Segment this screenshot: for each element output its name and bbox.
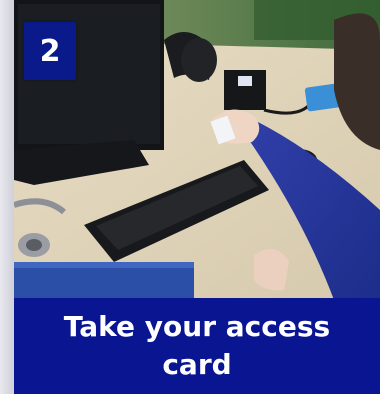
instruction-card: 2 Take your access card	[0, 0, 380, 394]
left-border	[0, 0, 14, 394]
step-number: 2	[39, 33, 61, 69]
caption-banner: Take your access card	[14, 298, 380, 394]
caption-text: Take your access card	[63, 310, 331, 381]
step-number-badge: 2	[24, 22, 76, 80]
